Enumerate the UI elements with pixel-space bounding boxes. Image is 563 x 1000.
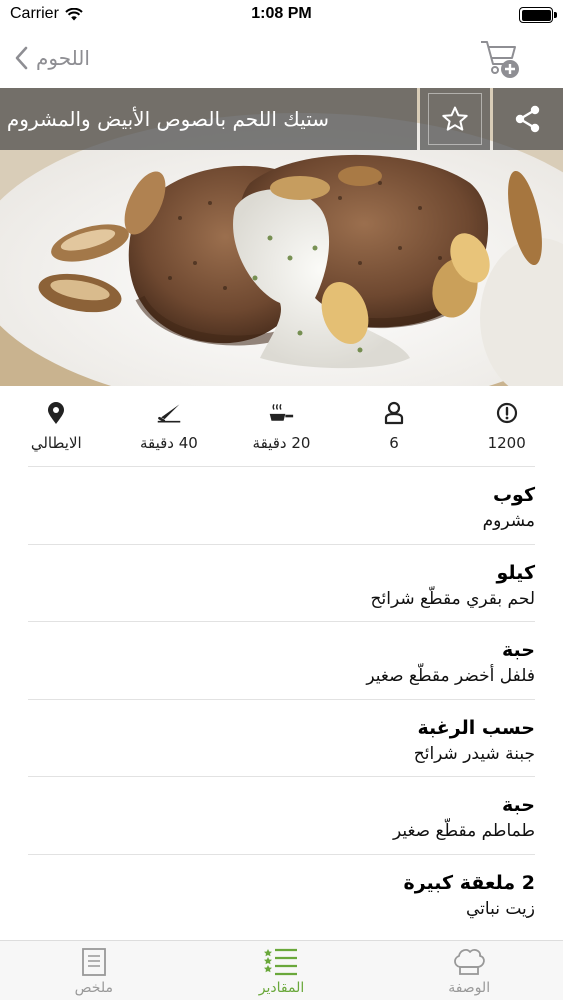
back-label: اللحوم [36,46,90,70]
list-item[interactable]: حبة طماطم مقطّع صغير [28,776,535,854]
recipe-title: ستيك اللحم بالصوص الأبيض والمشروم [6,107,329,131]
cart-add-icon [481,41,519,78]
tab-ingredients-label: المقادير [258,979,305,996]
share-button[interactable] [493,88,563,150]
add-to-cart-button[interactable] [479,36,525,80]
ingredient-name: مشروم [482,511,535,531]
ingredient-name: جبنة شيدر شرائح [413,743,535,764]
ingredient-quantity: حبة [502,794,535,816]
ingredient-name: لحم بقري مقطّع شرائح [370,588,535,609]
ingredient-quantity: 2 ملعقة كبيرة [403,871,535,894]
info-prep-time-value: 40 دقيقة [139,434,198,452]
recipe-hero: ستيك اللحم بالصوص الأبيض والمشروم [0,88,563,386]
info-cook-time-value: 20 دقيقة [252,434,311,452]
info-cook-time: 20 دقيقة [225,400,337,452]
status-time: 1:08 PM [251,5,312,22]
ingredient-quantity: كيلو [496,561,535,584]
star-icon [442,106,468,131]
info-cuisine-value: الايطالي [30,434,82,452]
list-item[interactable]: 2 ملعقة كبيرة زيت نباتي [28,853,535,932]
alert-circle-icon [494,400,520,426]
checklist-icon [263,946,299,978]
info-cuisine: الايطالي [0,400,112,452]
ingredient-name: طماطم مقطّع صغير [392,821,535,841]
tab-ingredients[interactable]: المقادير [188,941,376,1000]
tab-recipe-label: الوصفة [448,979,491,996]
location-pin-icon [43,400,69,426]
tab-bar: الوصفة المقادير ملخص [0,940,563,1000]
ingredient-quantity: حسب الرغبة [417,716,535,739]
person-icon [381,400,407,426]
battery-icon [519,7,557,23]
ingredient-quantity: كوب [492,484,535,506]
share-icon [515,105,540,133]
document-icon [80,946,108,978]
info-calories: 1200 [451,400,563,452]
favorite-button[interactable] [420,88,490,150]
list-item[interactable]: حبة فلفل أخضر مقطّع صغير [28,621,535,699]
info-calories-value: 1200 [487,434,526,452]
favorite-button-frame [428,93,482,145]
list-item[interactable]: حسب الرغبة جبنة شيدر شرائح [28,698,535,777]
tab-summary[interactable]: ملخص [0,941,188,1000]
list-item[interactable]: كوب مشروم [28,466,535,544]
knife-icon [156,400,182,426]
ingredient-name: فلفل أخضر مقطّع صغير [366,666,535,686]
tab-recipe[interactable]: الوصفة [375,941,563,1000]
back-button[interactable]: اللحوم [14,38,90,78]
ingredient-quantity: حبة [502,639,535,661]
tab-summary-label: ملخص [74,979,113,996]
list-item[interactable]: كيلو لحم بقري مقطّع شرائح [28,543,535,622]
chef-hat-icon [451,946,487,978]
info-servings: 6 [338,400,450,452]
chevron-left-icon [15,46,28,70]
status-bar: Carrier 1:08 PM [0,0,563,30]
frying-pan-icon [268,400,294,426]
navigation-bar: اللحوم [0,30,563,88]
ingredient-name: زيت نباتي [466,898,535,919]
recipe-title-bar: ستيك اللحم بالصوص الأبيض والمشروم [0,88,417,150]
recipe-info-row: 1200 6 20 دقيقة 40 دقيقة الايطالي [0,386,563,466]
info-prep-time: 40 دقيقة [113,400,225,452]
ingredients-list: كوب مشروم كيلو لحم بقري مقطّع شرائح حبة … [28,466,535,931]
info-servings-value: 6 [389,434,399,452]
